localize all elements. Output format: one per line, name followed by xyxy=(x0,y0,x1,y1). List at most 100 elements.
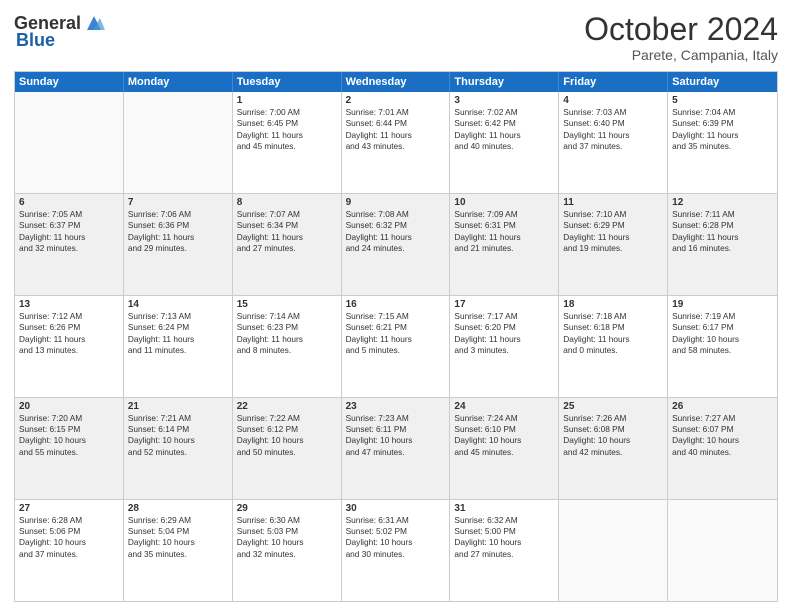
day-cell: 18Sunrise: 7:18 AMSunset: 6:18 PMDayligh… xyxy=(559,296,668,397)
day-number: 18 xyxy=(563,299,663,310)
day-info-line: Sunset: 6:28 PM xyxy=(672,220,773,231)
day-cell: 5Sunrise: 7:04 AMSunset: 6:39 PMDaylight… xyxy=(668,92,777,193)
day-cell: 15Sunrise: 7:14 AMSunset: 6:23 PMDayligh… xyxy=(233,296,342,397)
calendar-week-row: 20Sunrise: 7:20 AMSunset: 6:15 PMDayligh… xyxy=(15,397,777,499)
day-info-line: Daylight: 11 hours xyxy=(672,232,773,243)
day-info-line: Daylight: 11 hours xyxy=(563,334,663,345)
day-cell: 27Sunrise: 6:28 AMSunset: 5:06 PMDayligh… xyxy=(15,500,124,601)
day-info-line: Sunset: 6:45 PM xyxy=(237,118,337,129)
day-info-line: and 29 minutes. xyxy=(128,243,228,254)
day-info-line: Daylight: 11 hours xyxy=(128,232,228,243)
day-number: 15 xyxy=(237,299,337,310)
logo: General Blue xyxy=(14,12,105,51)
day-info-line: Daylight: 10 hours xyxy=(672,334,773,345)
day-cell: 16Sunrise: 7:15 AMSunset: 6:21 PMDayligh… xyxy=(342,296,451,397)
day-info-line: Daylight: 11 hours xyxy=(563,130,663,141)
calendar-header: SundayMondayTuesdayWednesdayThursdayFrid… xyxy=(15,72,777,92)
day-info-line: Sunrise: 7:14 AM xyxy=(237,311,337,322)
day-number: 29 xyxy=(237,503,337,514)
title-block: October 2024 Parete, Campania, Italy xyxy=(584,12,778,63)
day-number: 25 xyxy=(563,401,663,412)
location: Parete, Campania, Italy xyxy=(584,47,778,63)
day-info-line: Sunrise: 7:23 AM xyxy=(346,413,446,424)
day-cell: 7Sunrise: 7:06 AMSunset: 6:36 PMDaylight… xyxy=(124,194,233,295)
day-info-line: Sunrise: 6:28 AM xyxy=(19,515,119,526)
day-info-line: Daylight: 11 hours xyxy=(19,334,119,345)
day-cell: 9Sunrise: 7:08 AMSunset: 6:32 PMDaylight… xyxy=(342,194,451,295)
day-number: 5 xyxy=(672,95,773,106)
day-info-line: Sunrise: 7:18 AM xyxy=(563,311,663,322)
day-info-line: Sunset: 6:26 PM xyxy=(19,322,119,333)
day-info-line: Sunset: 6:31 PM xyxy=(454,220,554,231)
day-info-line: and 40 minutes. xyxy=(672,447,773,458)
day-info-line: Daylight: 10 hours xyxy=(128,435,228,446)
day-number: 23 xyxy=(346,401,446,412)
day-number: 31 xyxy=(454,503,554,514)
day-info-line: Daylight: 10 hours xyxy=(454,435,554,446)
day-cell: 3Sunrise: 7:02 AMSunset: 6:42 PMDaylight… xyxy=(450,92,559,193)
day-number: 9 xyxy=(346,197,446,208)
day-info-line: and 58 minutes. xyxy=(672,345,773,356)
day-cell: 21Sunrise: 7:21 AMSunset: 6:14 PMDayligh… xyxy=(124,398,233,499)
day-info-line: Sunset: 6:18 PM xyxy=(563,322,663,333)
day-info-line: and 13 minutes. xyxy=(19,345,119,356)
day-info-line: Daylight: 11 hours xyxy=(563,232,663,243)
day-cell: 28Sunrise: 6:29 AMSunset: 5:04 PMDayligh… xyxy=(124,500,233,601)
day-info-line: and 45 minutes. xyxy=(237,141,337,152)
day-info-line: Sunset: 6:32 PM xyxy=(346,220,446,231)
day-info-line: Daylight: 10 hours xyxy=(19,435,119,446)
day-number: 1 xyxy=(237,95,337,106)
day-info-line: Sunset: 6:14 PM xyxy=(128,424,228,435)
day-cell: 20Sunrise: 7:20 AMSunset: 6:15 PMDayligh… xyxy=(15,398,124,499)
empty-cell xyxy=(15,92,124,193)
day-info-line: Sunset: 6:44 PM xyxy=(346,118,446,129)
day-info-line: Sunset: 6:29 PM xyxy=(563,220,663,231)
day-info-line: Sunrise: 7:04 AM xyxy=(672,107,773,118)
day-info-line: Sunset: 6:40 PM xyxy=(563,118,663,129)
day-info-line: and 37 minutes. xyxy=(19,549,119,560)
day-info-line: and 47 minutes. xyxy=(346,447,446,458)
weekday-header: Friday xyxy=(559,72,668,92)
day-number: 7 xyxy=(128,197,228,208)
day-info-line: Sunset: 6:10 PM xyxy=(454,424,554,435)
calendar-week-row: 13Sunrise: 7:12 AMSunset: 6:26 PMDayligh… xyxy=(15,295,777,397)
page: General Blue October 2024 Parete, Campan… xyxy=(0,0,792,612)
day-info-line: Daylight: 11 hours xyxy=(237,334,337,345)
day-info-line: Sunrise: 7:08 AM xyxy=(346,209,446,220)
day-info-line: and 21 minutes. xyxy=(454,243,554,254)
day-info-line: and 27 minutes. xyxy=(237,243,337,254)
day-info-line: Daylight: 11 hours xyxy=(454,232,554,243)
day-info-line: Sunset: 6:36 PM xyxy=(128,220,228,231)
day-number: 14 xyxy=(128,299,228,310)
day-info-line: Daylight: 10 hours xyxy=(672,435,773,446)
day-info-line: Sunset: 6:23 PM xyxy=(237,322,337,333)
day-cell: 12Sunrise: 7:11 AMSunset: 6:28 PMDayligh… xyxy=(668,194,777,295)
day-info-line: Sunset: 6:17 PM xyxy=(672,322,773,333)
weekday-header: Thursday xyxy=(450,72,559,92)
weekday-header: Tuesday xyxy=(233,72,342,92)
day-info-line: Daylight: 11 hours xyxy=(128,334,228,345)
day-cell: 26Sunrise: 7:27 AMSunset: 6:07 PMDayligh… xyxy=(668,398,777,499)
day-info-line: and 11 minutes. xyxy=(128,345,228,356)
day-info-line: and 24 minutes. xyxy=(346,243,446,254)
day-info-line: Sunset: 5:03 PM xyxy=(237,526,337,537)
empty-cell xyxy=(668,500,777,601)
day-info-line: Sunrise: 6:29 AM xyxy=(128,515,228,526)
day-info-line: Sunrise: 7:13 AM xyxy=(128,311,228,322)
day-cell: 2Sunrise: 7:01 AMSunset: 6:44 PMDaylight… xyxy=(342,92,451,193)
calendar-body: 1Sunrise: 7:00 AMSunset: 6:45 PMDaylight… xyxy=(15,92,777,601)
day-info-line: Sunrise: 7:24 AM xyxy=(454,413,554,424)
day-info-line: and 50 minutes. xyxy=(237,447,337,458)
day-number: 3 xyxy=(454,95,554,106)
day-cell: 17Sunrise: 7:17 AMSunset: 6:20 PMDayligh… xyxy=(450,296,559,397)
day-cell: 6Sunrise: 7:05 AMSunset: 6:37 PMDaylight… xyxy=(15,194,124,295)
calendar-week-row: 1Sunrise: 7:00 AMSunset: 6:45 PMDaylight… xyxy=(15,92,777,193)
day-number: 24 xyxy=(454,401,554,412)
empty-cell xyxy=(559,500,668,601)
day-number: 22 xyxy=(237,401,337,412)
day-number: 12 xyxy=(672,197,773,208)
day-info-line: Sunrise: 7:10 AM xyxy=(563,209,663,220)
day-cell: 8Sunrise: 7:07 AMSunset: 6:34 PMDaylight… xyxy=(233,194,342,295)
day-number: 2 xyxy=(346,95,446,106)
day-info-line: and 45 minutes. xyxy=(454,447,554,458)
